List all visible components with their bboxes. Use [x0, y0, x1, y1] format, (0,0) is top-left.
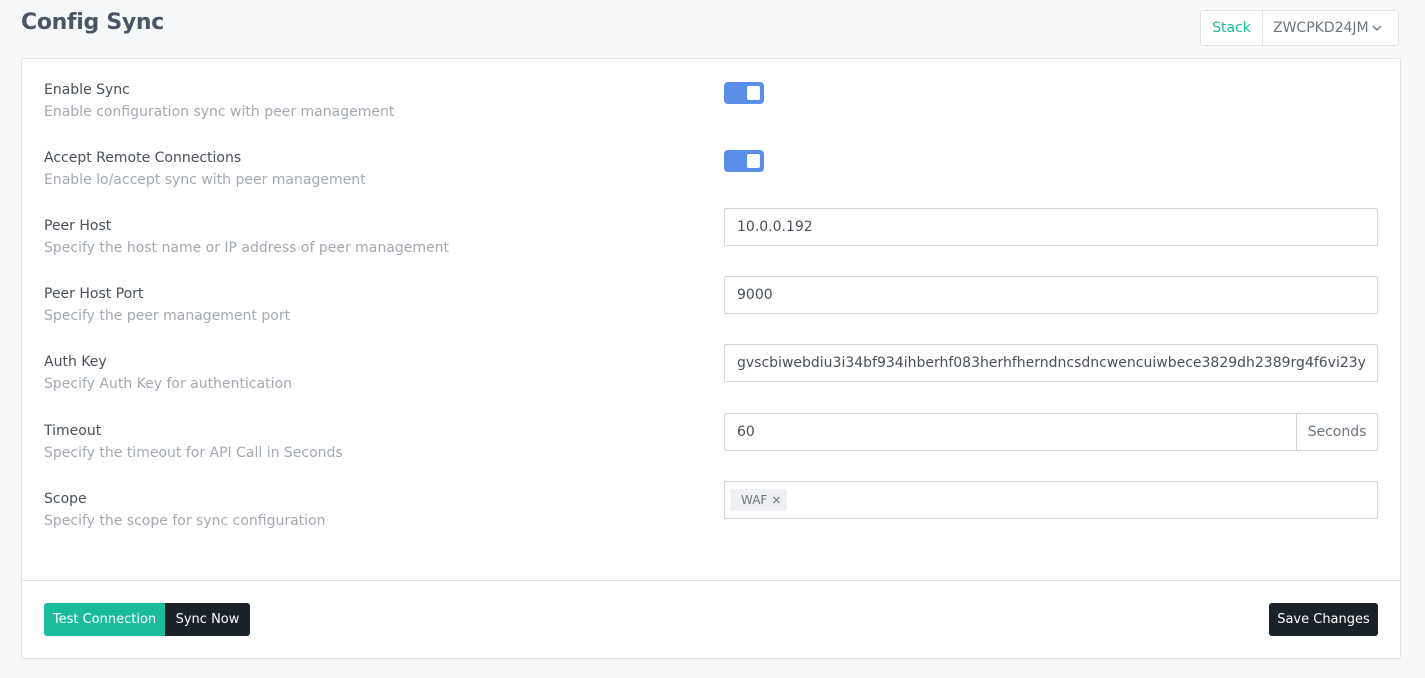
- setting-description: Specify the timeout for API Call in Seco…: [44, 445, 343, 461]
- timeout-input-group: Seconds: [724, 413, 1378, 451]
- setting-accept-remote: Accept Remote Connections Enable lo/acce…: [44, 150, 1378, 210]
- setting-label: Auth Key: [44, 354, 107, 370]
- setting-label: Scope: [44, 491, 87, 507]
- scope-tag-label: WAF: [741, 493, 768, 507]
- timeout-input[interactable]: [724, 413, 1296, 451]
- setting-auth-key: Auth Key Specify Auth Key for authentica…: [44, 344, 1378, 414]
- setting-scope: Scope Specify the scope for sync configu…: [44, 481, 1378, 551]
- config-sync-card: Enable Sync Enable configuration sync wi…: [21, 58, 1401, 659]
- setting-peer-host: Peer Host Specify the host name or IP ad…: [44, 208, 1378, 278]
- config-sync-page: Config Sync Stack ZWCPKD24JM Enable Sync…: [0, 0, 1425, 678]
- card-footer-divider: [22, 580, 1400, 581]
- auth-key-input[interactable]: [724, 344, 1378, 382]
- setting-label: Timeout: [44, 423, 102, 439]
- accept-remote-toggle[interactable]: [724, 150, 764, 172]
- setting-description: Enable lo/accept sync with peer manageme…: [44, 172, 366, 188]
- toggle-knob: [747, 86, 760, 100]
- setting-label: Peer Host: [44, 218, 112, 234]
- setting-description: Enable configuration sync with peer mana…: [44, 104, 395, 120]
- stack-selector[interactable]: Stack ZWCPKD24JM: [1200, 10, 1399, 46]
- setting-description: Specify Auth Key for authentication: [44, 376, 292, 392]
- setting-description: Specify the host name or IP address of p…: [44, 240, 449, 256]
- setting-enable-sync: Enable Sync Enable configuration sync wi…: [44, 82, 1378, 142]
- stack-label: Stack: [1201, 11, 1263, 45]
- sync-now-button[interactable]: Sync Now: [165, 603, 250, 636]
- stack-dropdown[interactable]: ZWCPKD24JM: [1263, 11, 1398, 45]
- toggle-knob: [747, 154, 760, 168]
- setting-label: Accept Remote Connections: [44, 150, 242, 166]
- tag-remove-icon[interactable]: ×: [771, 493, 781, 507]
- stack-value: ZWCPKD24JM: [1273, 20, 1369, 36]
- peer-port-input[interactable]: [724, 276, 1378, 314]
- scope-tag: WAF ×: [731, 489, 788, 511]
- setting-peer-port: Peer Host Port Specify the peer manageme…: [44, 276, 1378, 346]
- scope-tag-input[interactable]: WAF ×: [724, 481, 1378, 519]
- setting-label: Peer Host Port: [44, 286, 144, 302]
- chevron-down-icon: [1372, 25, 1382, 31]
- setting-label: Enable Sync: [44, 82, 130, 98]
- setting-description: Specify the peer management port: [44, 308, 291, 324]
- timeout-unit-addon: Seconds: [1296, 413, 1378, 451]
- setting-description: Specify the scope for sync configuration: [44, 513, 326, 529]
- setting-timeout: Timeout Specify the timeout for API Call…: [44, 413, 1378, 483]
- test-connection-button[interactable]: Test Connection: [44, 603, 165, 636]
- page-title: Config Sync: [21, 10, 165, 35]
- save-changes-button[interactable]: Save Changes: [1269, 603, 1378, 636]
- enable-sync-toggle[interactable]: [724, 82, 764, 104]
- peer-host-input[interactable]: [724, 208, 1378, 246]
